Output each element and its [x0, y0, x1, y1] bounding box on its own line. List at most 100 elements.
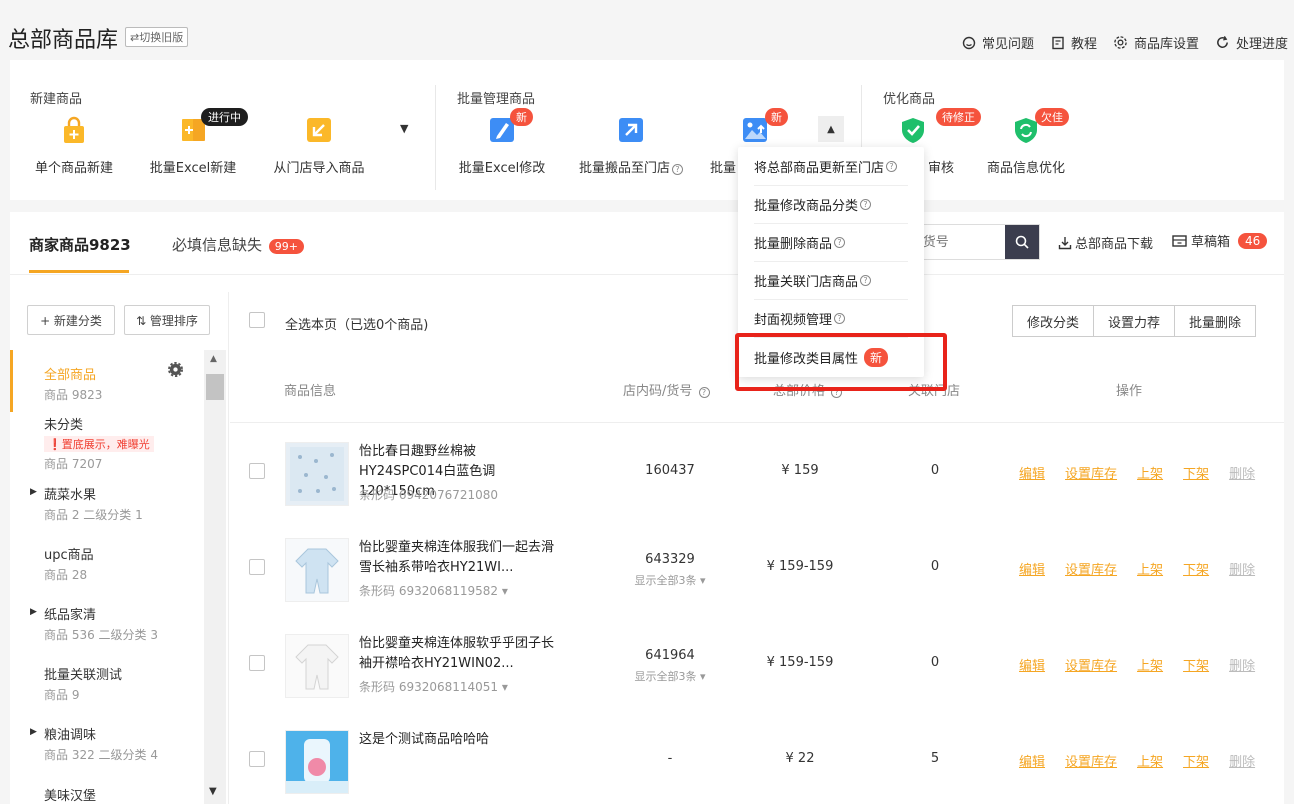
chat-bubble-icon — [961, 35, 977, 51]
scroll-up-icon[interactable]: ▲ — [210, 354, 217, 364]
progress-link[interactable]: 处理进度 — [1215, 33, 1288, 52]
scrollbar-thumb[interactable] — [206, 374, 224, 400]
faq-link[interactable]: 常见问题 — [961, 33, 1034, 52]
progress-label: 处理进度 — [1235, 37, 1288, 52]
edit-link[interactable]: 编辑 — [1019, 463, 1045, 482]
menu-item-batch-delete[interactable]: 批量删除商品? — [754, 224, 908, 262]
product-name[interactable]: 怡比婴童夹棉连体服我们一起去滑雪长袖系带哈衣HY21WI... — [359, 538, 559, 578]
tool-import-from-store[interactable]: 从门店导入商品 — [249, 110, 389, 176]
category-vegetables[interactable]: 蔬菜水果 商品 2 二级分类 1 — [10, 484, 205, 523]
product-price: ¥ 159-159 — [766, 559, 834, 574]
category-uncategorized[interactable]: 未分类 ❗置底展示，难曝光 商品 7207 — [10, 414, 205, 472]
modify-category-button[interactable]: 修改分类 — [1012, 305, 1095, 337]
scroll-down-icon[interactable]: ▼ — [209, 786, 217, 797]
row-checkbox[interactable] — [249, 655, 265, 671]
category-batch-test[interactable]: 批量关联测试 商品 9 — [10, 664, 205, 703]
collapse-caret-icon[interactable]: ▲ — [818, 116, 844, 142]
category-name: 粮油调味 — [44, 728, 97, 743]
header-links: 常见问题 教程 商品库设置 处理进度 — [961, 33, 1288, 52]
shield-check-icon — [898, 115, 928, 145]
category-grain-oil[interactable]: 粮油调味 商品 322 二级分类 4 — [10, 724, 205, 763]
download-icon — [1058, 236, 1072, 249]
list-link[interactable]: 上架 — [1137, 463, 1163, 482]
list-link[interactable]: 上架 — [1137, 751, 1163, 770]
search-icon — [1015, 235, 1029, 249]
faq-label: 常见问题 — [981, 37, 1034, 52]
search-button[interactable] — [1005, 225, 1039, 259]
inbox-icon — [1172, 234, 1187, 247]
tool-batch-excel-modify[interactable]: 批量Excel修改 — [432, 110, 572, 176]
row-checkbox[interactable] — [249, 559, 265, 575]
active-tab-indicator — [29, 270, 129, 273]
table-row: 怡比婴童夹棉连体服我们一起去滑雪长袖系带哈衣HY21WI... 条形码 6932… — [230, 518, 1284, 614]
edit-link[interactable]: 编辑 — [1019, 559, 1045, 578]
product-name[interactable]: 怡比婴童夹棉连体服软乎乎团子长袖开襟哈衣HY21WIN02... — [359, 634, 559, 674]
category-upc[interactable]: upc商品 商品 28 — [10, 544, 205, 583]
category-paper-cleaning[interactable]: 纸品家清 商品 536 二级分类 3 — [10, 604, 205, 643]
category-name: 蔬菜水果 — [44, 488, 97, 503]
manage-sort-button[interactable]: ⇅ 管理排序 — [124, 305, 210, 335]
delete-link[interactable]: 删除 — [1229, 751, 1255, 770]
tool-batch-move-to-store[interactable]: 批量搬品至门店? — [561, 110, 701, 176]
category-settings-gear-icon[interactable] — [168, 362, 183, 381]
category-count: 商品 9 — [44, 688, 80, 702]
product-barcode[interactable]: 条形码 6932068114051 ▾ — [359, 678, 508, 695]
set-recommend-button[interactable]: 设置力荐 — [1093, 305, 1176, 337]
product-name[interactable]: 这是个测试商品哈哈哈 — [359, 730, 559, 750]
download-button[interactable]: 总部商品下载 — [1058, 233, 1153, 252]
select-all-checkbox[interactable] — [249, 312, 265, 328]
library-settings-link[interactable]: 商品库设置 — [1113, 33, 1199, 52]
edit-link[interactable]: 编辑 — [1019, 751, 1045, 770]
menu-item-batch-link-store[interactable]: 批量关联门店商品? — [754, 262, 908, 300]
scrollbar-track[interactable] — [204, 350, 226, 804]
drafts-button[interactable]: 草稿箱 46 — [1172, 231, 1268, 250]
edit-link[interactable]: 编辑 — [1019, 655, 1045, 674]
delist-link[interactable]: 下架 — [1183, 559, 1209, 578]
expand-caret-icon[interactable]: ▼ — [400, 122, 408, 135]
delist-link[interactable]: 下架 — [1183, 655, 1209, 674]
product-barcode[interactable]: 条形码 6932068119582 ▾ — [359, 582, 508, 599]
set-stock-link[interactable]: 设置库存 — [1065, 559, 1117, 578]
lock-bag-icon — [59, 115, 89, 145]
tab-missing-info[interactable]: 必填信息缺失 99+ — [172, 234, 305, 255]
list-link[interactable]: 上架 — [1137, 559, 1163, 578]
set-stock-link[interactable]: 设置库存 — [1065, 463, 1117, 482]
header-product-info: 商品信息 — [284, 384, 337, 399]
switch-old-version-button[interactable]: ⇄切换旧版 — [125, 27, 189, 47]
delist-link[interactable]: 下架 — [1183, 463, 1209, 482]
refresh-icon — [1215, 35, 1231, 51]
delete-link[interactable]: 删除 — [1229, 655, 1255, 674]
highlight-box — [735, 333, 947, 391]
product-code: 160437 — [645, 463, 695, 478]
tab-missing-label: 必填信息缺失 — [172, 236, 263, 254]
library-settings-label: 商品库设置 — [1133, 37, 1199, 52]
lacking-badge: 欠佳 — [1035, 108, 1069, 126]
delete-link[interactable]: 删除 — [1229, 559, 1255, 578]
list-link[interactable]: 上架 — [1137, 655, 1163, 674]
delete-link[interactable]: 删除 — [1229, 463, 1255, 482]
import-arrow-icon — [304, 115, 334, 145]
bulk-delete-button[interactable]: 批量删除 — [1174, 305, 1257, 337]
new-category-button[interactable]: + 新建分类 — [27, 305, 115, 335]
table-row: 怡比婴童夹棉连体服软乎乎团子长袖开襟哈衣HY21WIN02... 条形码 693… — [230, 614, 1284, 710]
set-stock-link[interactable]: 设置库存 — [1065, 751, 1117, 770]
tutorial-link[interactable]: 教程 — [1050, 33, 1097, 52]
tool-info-optimize[interactable]: 商品信息优化 — [956, 110, 1096, 176]
menu-item-update-to-stores[interactable]: 将总部商品更新至门店? — [754, 148, 908, 186]
product-code: 643329 — [645, 552, 695, 567]
bulk-actions: 修改分类 设置力荐 批量删除 — [1012, 305, 1257, 337]
category-count: 商品 2 二级分类 1 — [44, 508, 143, 522]
product-code: - — [667, 751, 673, 766]
set-stock-link[interactable]: 设置库存 — [1065, 655, 1117, 674]
show-all-codes[interactable]: 显示全部3条 ▾ — [610, 572, 730, 588]
tab-merchant-products[interactable]: 商家商品9823 — [29, 234, 131, 255]
download-label: 总部商品下载 — [1075, 237, 1154, 252]
menu-item-batch-modify-category[interactable]: 批量修改商品分类? — [754, 186, 908, 224]
tool-label: 从门店导入商品 — [273, 161, 365, 176]
delist-link[interactable]: 下架 — [1183, 751, 1209, 770]
row-checkbox[interactable] — [249, 463, 265, 479]
row-checkbox[interactable] — [249, 751, 265, 767]
group-title-optimize: 优化商品 — [883, 92, 936, 107]
show-all-codes[interactable]: 显示全部3条 ▾ — [610, 668, 730, 684]
category-burger[interactable]: 美味汉堡 — [10, 785, 205, 804]
